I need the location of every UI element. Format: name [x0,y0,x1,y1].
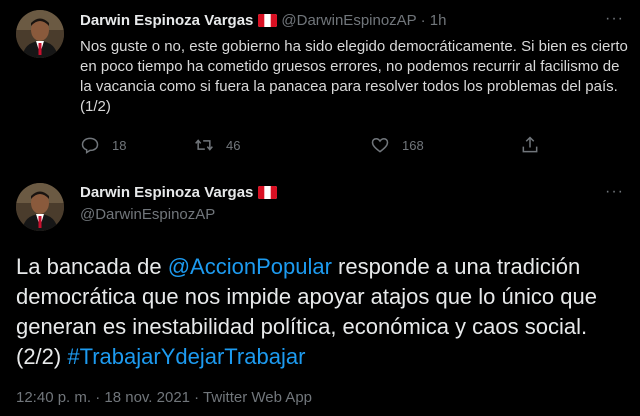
like-count: 168 [402,137,424,153]
avatar[interactable] [16,183,64,231]
more-options-icon[interactable]: ··· [605,10,624,28]
author-handle[interactable]: @DarwinEspinozAP [80,206,215,223]
tweet-text: Nos guste o no, este gobierno ha sido el… [80,38,628,115]
tweet-header: Darwin Espinoza Vargas [80,184,281,201]
retweet-button[interactable]: 46 [194,135,240,155]
reply-icon [81,137,99,154]
share-button[interactable] [520,135,540,155]
heart-icon [371,137,389,153]
tweet-header: Darwin Espinoza Vargas @DarwinEspinozAP ·… [80,12,446,29]
author-name[interactable]: Darwin Espinoza Vargas [80,12,253,29]
peru-flag-icon [258,186,278,199]
peru-flag-icon [258,14,278,27]
mention-link[interactable]: @AccionPopular [168,254,332,279]
tweet-1[interactable]: Darwin Espinoza Vargas @DarwinEspinozAP ·… [0,0,640,170]
share-icon [522,136,538,153]
reply-count: 18 [112,137,127,153]
separator-dot: · [420,12,426,29]
text-part: La bancada de [16,254,168,279]
retweet-icon [195,139,213,151]
like-button[interactable]: 168 [370,135,424,155]
tweet-meta: 12:40 p. m. · 18 nov. 2021 · Twitter Web… [16,389,313,406]
hashtag-link[interactable]: #TrabajarYdejarTrabajar [67,344,305,369]
reply-button[interactable]: 18 [80,135,126,155]
author-handle[interactable]: @DarwinEspinozAP [281,12,416,29]
tweet-text: La bancada de @AccionPopular responde a … [16,252,632,372]
retweet-count: 46 [226,137,241,153]
tweet-actions: 18 46 168 [80,135,540,155]
more-options-icon[interactable]: ··· [605,183,624,201]
avatar[interactable] [16,10,64,58]
timestamp[interactable]: 1h [430,12,447,29]
author-name[interactable]: Darwin Espinoza Vargas [80,184,253,201]
